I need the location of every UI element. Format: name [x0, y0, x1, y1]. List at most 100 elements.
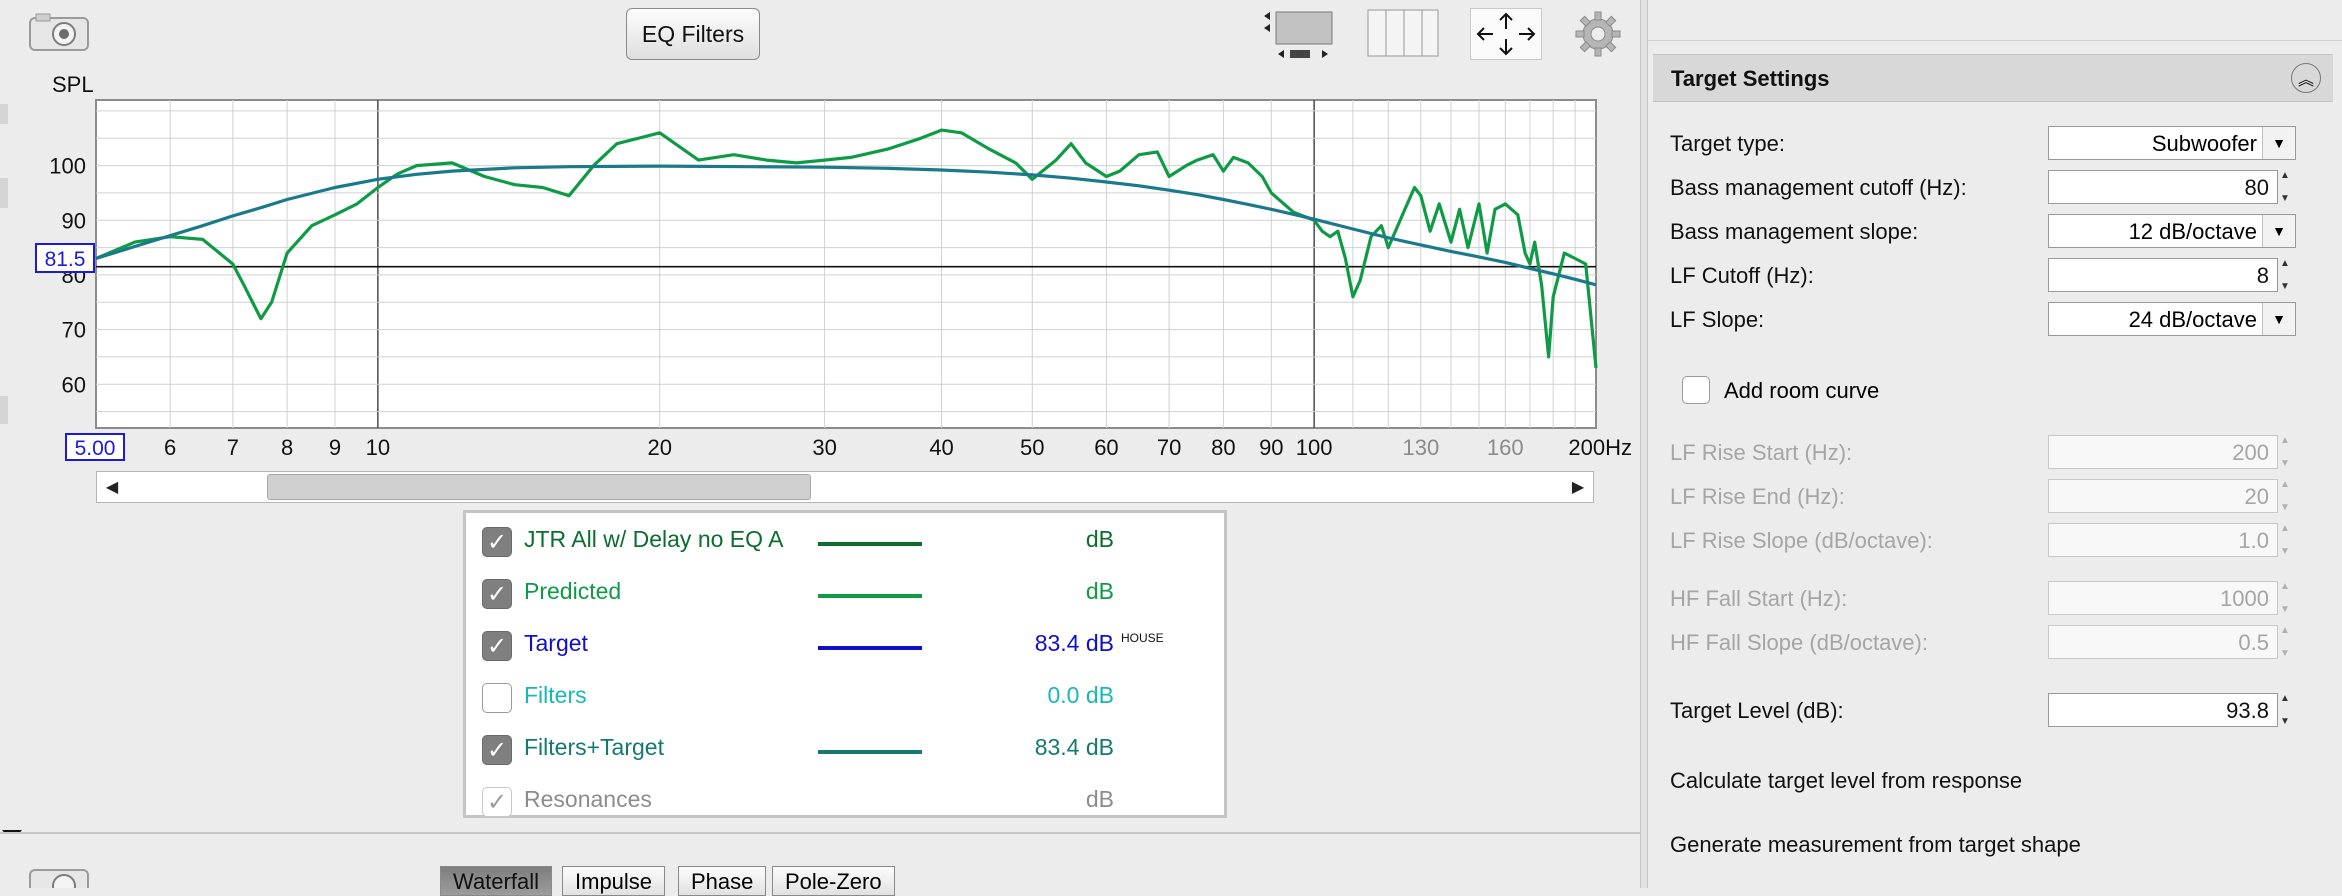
lf-rise-slope-stepper[interactable]: ▲ ▼: [2280, 523, 2296, 557]
lf-cutoff-field[interactable]: 8: [2048, 258, 2278, 292]
bm-slope-label: Bass management slope:: [1670, 219, 1919, 244]
legend-label[interactable]: JTR All w/ Delay no EQ A: [524, 526, 783, 553]
collapse-up-icon[interactable]: ︽: [2291, 63, 2321, 93]
x-tick-label: 30: [812, 435, 836, 460]
bm-cutoff-stepper[interactable]: ▲ ▼: [2280, 170, 2296, 204]
spl-chart[interactable]: SPL 10090807060 6 7 8 9 10 20 30 40 50 60 70 80 90 10…: [0, 0, 1640, 470]
legend-row: ✓ Predicted dB: [466, 569, 1224, 621]
legend-row: ✓ JTR All w/ Delay no EQ A dB: [466, 517, 1224, 569]
legend-value: dB: [1085, 578, 1114, 604]
hf-fall-start-field[interactable]: 1000: [2048, 581, 2278, 615]
legend-line-swatch: [818, 594, 922, 598]
hf-fall-slope-stepper[interactable]: ▲ ▼: [2280, 625, 2296, 659]
legend-line-swatch: [818, 646, 922, 650]
add-room-curve-checkbox[interactable]: [1682, 376, 1710, 404]
lf-rise-start-field[interactable]: 200: [2048, 435, 2278, 469]
legend-panel: ✓ JTR All w/ Delay no EQ AdB ✓ Predicted dB ✓…: [463, 510, 1227, 818]
x-tick-label: 90: [1259, 435, 1283, 460]
legend-label[interactable]: Target: [524, 630, 588, 657]
generate-measurement-button[interactable]: Generate measurement from target shape: [1670, 832, 2081, 858]
tab-waterfall[interactable]: Waterfall: [440, 866, 552, 896]
horizontal-scrollbar[interactable]: ◀ ▶: [96, 471, 1594, 503]
lf-cutoff-label: LF Cutoff (Hz):: [1670, 263, 1814, 288]
lf-rise-end-stepper[interactable]: ▲ ▼: [2280, 479, 2296, 513]
legend-label[interactable]: Predicted: [524, 578, 621, 605]
lf-rise-start-stepper[interactable]: ▲ ▼: [2280, 435, 2296, 469]
calculate-target-level-button[interactable]: Calculate target level from response: [1670, 768, 2022, 794]
legend-value: 83.4 dB: [1034, 734, 1114, 760]
x-tick-label: 130: [1402, 435, 1439, 460]
legend-checkbox[interactable]: [482, 683, 512, 713]
x-tick-label: 80: [1211, 435, 1235, 460]
legend-label[interactable]: Filters+Target: [524, 734, 664, 761]
lf-slope-select[interactable]: 24 dB/octave ▼: [2048, 302, 2296, 336]
chevron-down-icon[interactable]: ▼: [2262, 127, 2295, 159]
x-tick-label: 60: [1094, 435, 1118, 460]
legend-row: ✓ Target 83.4 dB HOUSE: [466, 621, 1224, 673]
legend-label[interactable]: Filters: [524, 682, 587, 709]
scroll-left-icon[interactable]: ◀: [97, 472, 127, 502]
legend-value: 0.0 dB: [1047, 682, 1115, 708]
lf-rise-slope-field[interactable]: 1.0: [2048, 523, 2278, 557]
target-type-value: Subwoofer: [2151, 131, 2257, 156]
x-tick-label: 6: [164, 435, 176, 460]
legend-label[interactable]: Resonances: [524, 786, 652, 813]
lf-cutoff-stepper[interactable]: ▲ ▼: [2280, 258, 2296, 292]
x-tick-label: 40: [929, 435, 953, 460]
tab-pole-zero[interactable]: Pole-Zero: [772, 866, 895, 896]
x-start-readout: 5.00: [65, 433, 125, 461]
x-tick-label: 50: [1020, 435, 1044, 460]
bm-slope-value: 12 dB/octave: [2128, 219, 2257, 244]
target-type-select[interactable]: Subwoofer ▼: [2048, 126, 2296, 160]
target-level-label: Target Level (dB):: [1670, 698, 1844, 723]
legend-checkbox[interactable]: ✓: [482, 579, 512, 609]
x-tick-label: 10: [366, 435, 390, 460]
target-level-field[interactable]: 93.8: [2048, 693, 2278, 727]
y-axis-title: SPL: [52, 72, 94, 97]
lf-rise-end-field[interactable]: 20: [2048, 479, 2278, 513]
bm-cutoff-field[interactable]: 80: [2048, 170, 2278, 204]
legend-checkbox[interactable]: ✓: [482, 527, 512, 557]
x-tick-label: 8: [281, 435, 293, 460]
legend-value: 83.4 dB: [1034, 630, 1114, 656]
legend-superscript: HOUSE: [1121, 631, 1164, 645]
camera-icon[interactable]: [28, 864, 90, 888]
target-settings-title: Target Settings: [1671, 66, 1830, 91]
chevron-down-icon[interactable]: ▼: [2262, 303, 2295, 335]
legend-checkbox[interactable]: ✓: [482, 787, 512, 817]
target-level-stepper[interactable]: ▲ ▼: [2280, 693, 2296, 727]
cursor-level-readout: 81.5: [35, 243, 95, 273]
lf-rise-start-label: LF Rise Start (Hz):: [1670, 440, 1853, 465]
bm-slope-select[interactable]: 12 dB/octave ▼: [2048, 214, 2296, 248]
cursor-level-value: 81.5: [45, 248, 86, 271]
add-room-curve-label: Add room curve: [1724, 378, 1880, 403]
y-tick-label: 100: [49, 154, 86, 179]
tab-phase[interactable]: Phase: [678, 866, 767, 896]
scroll-thumb[interactable]: [267, 474, 811, 500]
tab-impulse[interactable]: Impulse: [562, 866, 666, 896]
x-tick-label: 9: [329, 435, 341, 460]
plot-area: [95, 99, 1597, 429]
legend-checkbox[interactable]: ✓: [482, 735, 512, 765]
bm-cutoff-label: Bass management cutoff (Hz):: [1670, 175, 1967, 200]
x-tick-label: 200Hz: [1568, 435, 1632, 460]
lf-slope-value: 24 dB/octave: [2128, 307, 2257, 332]
chevron-down-icon[interactable]: ▼: [2262, 215, 2295, 247]
legend-value: dB: [1085, 526, 1114, 552]
legend-line-swatch: [818, 542, 922, 546]
legend-line-swatch: [818, 750, 922, 754]
hf-fall-start-label: HF Fall Start (Hz):: [1670, 586, 1848, 611]
legend-checkbox[interactable]: ✓: [482, 631, 512, 661]
x-tick-label: 160: [1487, 435, 1524, 460]
scroll-right-icon[interactable]: ▶: [1563, 472, 1593, 502]
hf-fall-slope-label: HF Fall Slope (dB/octave):: [1670, 630, 1928, 655]
hf-fall-start-stepper[interactable]: ▲ ▼: [2280, 581, 2296, 615]
panel-divider[interactable]: [1640, 0, 1648, 888]
lf-rise-end-label: LF Rise End (Hz):: [1670, 484, 1845, 509]
bottom-toolbar: Waterfall Impulse Phase Pole-Zero: [0, 832, 1640, 896]
hf-fall-slope-field[interactable]: 0.5: [2048, 625, 2278, 659]
y-tick-label: 70: [62, 318, 86, 343]
legend-row: Filters 0.0 dB: [466, 673, 1224, 725]
y-tick-label: 60: [62, 372, 86, 397]
target-settings-header[interactable]: Target Settings ︽: [1653, 54, 2333, 102]
